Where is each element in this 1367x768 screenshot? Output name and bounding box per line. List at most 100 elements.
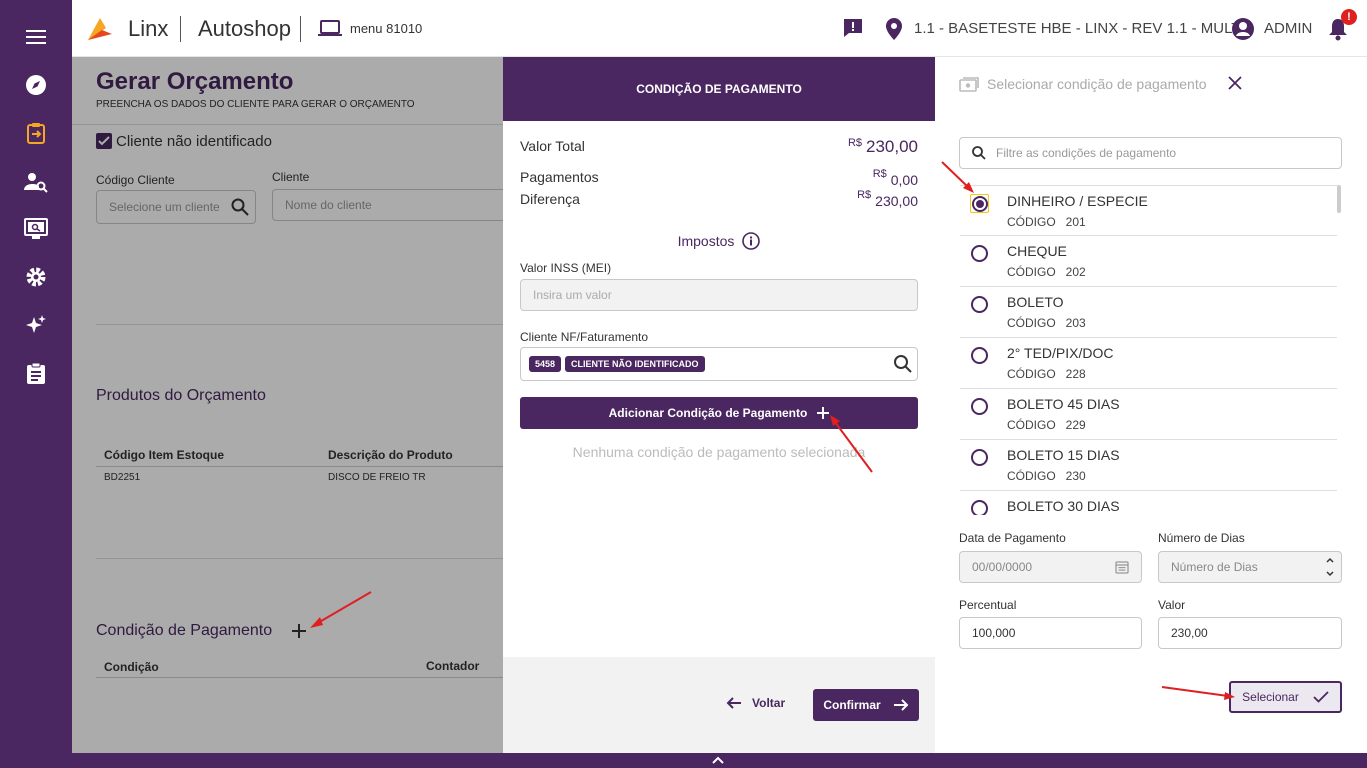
option-code: CÓDIGO 229: [1007, 418, 1086, 432]
clipboard-transfer-icon[interactable]: [24, 121, 48, 145]
option-name: 2° TED/PIX/DOC: [1007, 345, 1114, 361]
radio-icon[interactable]: [971, 245, 988, 262]
back-button[interactable]: Voltar: [726, 696, 785, 710]
select-label: Selecionar: [1242, 690, 1299, 704]
payment-date-input[interactable]: 00/00/0000: [959, 551, 1142, 583]
total-amount: R$ 230,00: [848, 137, 918, 157]
option-name: BOLETO 45 DIAS: [1007, 396, 1120, 412]
list-item[interactable]: DINHEIRO / ESPECIE CÓDIGO 201: [960, 185, 1337, 236]
code-label: CÓDIGO: [1007, 316, 1056, 330]
cash-icon: [959, 77, 979, 98]
back-label: Voltar: [752, 696, 786, 710]
code-label: CÓDIGO: [1007, 367, 1056, 381]
list-item[interactable]: BOLETO 15 DIAS CÓDIGO 230: [960, 440, 1337, 491]
option-name: DINHEIRO / ESPECIE: [1007, 193, 1148, 209]
days-input[interactable]: Número de Dias: [1158, 551, 1342, 583]
stepper-arrows-icon[interactable]: [1325, 556, 1335, 578]
days-placeholder: Número de Dias: [1171, 560, 1258, 574]
list-item[interactable]: BOLETO 30 DIAS: [960, 491, 1337, 515]
confirm-label: Confirmar: [823, 698, 881, 712]
filter-input[interactable]: Filtre as condições de pagamento: [959, 137, 1342, 169]
select-button[interactable]: Selecionar: [1229, 681, 1342, 713]
option-code: CÓDIGO 228: [1007, 367, 1086, 381]
chevron-up-icon[interactable]: [711, 756, 725, 765]
divider: [300, 16, 301, 42]
inss-label: Valor INSS (MEI): [520, 261, 612, 275]
inss-input[interactable]: Insira um valor: [520, 279, 918, 311]
code-value: 229: [1065, 418, 1086, 432]
brand-name: Linx: [128, 16, 169, 41]
percent-value: 100,000: [972, 626, 1016, 640]
info-icon[interactable]: [742, 232, 761, 250]
percent-input[interactable]: 100,000: [959, 617, 1142, 649]
days-label: Número de Dias: [1158, 531, 1245, 545]
clipboard-list-icon[interactable]: [24, 361, 48, 385]
code-value: 230: [1065, 469, 1086, 483]
location-label[interactable]: 1.1 - BASETESTE HBE - LINX - REV 1.1 - M…: [914, 20, 1240, 37]
radio-icon[interactable]: [971, 398, 988, 415]
list-item[interactable]: 2° TED/PIX/DOC CÓDIGO 228: [960, 338, 1337, 389]
radio-icon[interactable]: [971, 347, 988, 364]
calendar-icon[interactable]: [1115, 560, 1129, 574]
linx-logo-icon: [86, 16, 114, 47]
code-value: 228: [1065, 367, 1086, 381]
gear-icon[interactable]: [24, 265, 48, 289]
add-button-label: Adicionar Condição de Pagamento: [608, 406, 808, 420]
currency-symbol: R$: [872, 168, 887, 180]
close-icon[interactable]: [1228, 76, 1242, 95]
user-search-icon[interactable]: [24, 170, 48, 194]
radio-selected-icon[interactable]: [970, 194, 989, 213]
code-value: 202: [1065, 265, 1086, 279]
add-payment-condition-button[interactable]: Adicionar Condição de Pagamento: [520, 397, 918, 429]
payment-date-label: Data de Pagamento: [959, 531, 1066, 545]
taxes-label: Impostos: [677, 233, 735, 249]
empty-state-text: Nenhuma condição de pagamento selecionad…: [572, 444, 866, 460]
account-icon[interactable]: [1232, 18, 1254, 45]
inss-placeholder: Insira um valor: [533, 288, 612, 302]
chat-alert-icon[interactable]: [843, 18, 863, 43]
list-scrollbar[interactable]: [1337, 185, 1341, 213]
code-value: 203: [1065, 316, 1086, 330]
payments-value: 0,00: [890, 172, 918, 188]
monitor-search-icon[interactable]: [24, 217, 48, 241]
code-label: CÓDIGO: [1007, 215, 1056, 229]
arrow-left-icon: [726, 697, 741, 709]
value-label: Valor: [1158, 598, 1186, 612]
product-name: Autoshop: [198, 16, 291, 41]
billing-label: Cliente NF/Faturamento: [520, 330, 649, 344]
code-label: CÓDIGO: [1007, 265, 1056, 279]
location-pin-icon[interactable]: [886, 18, 902, 45]
payment-condition-modal: CONDIÇÃO DE PAGAMENTO Valor Total R$ 230…: [503, 57, 935, 753]
user-name[interactable]: ADMIN: [1264, 20, 1312, 37]
search-icon[interactable]: [893, 354, 913, 374]
difference-label: Diferença: [520, 191, 580, 207]
sparkle-icon[interactable]: [24, 313, 48, 337]
option-code: CÓDIGO 203: [1007, 316, 1086, 330]
radio-icon[interactable]: [971, 296, 988, 313]
compass-icon[interactable]: [24, 73, 48, 97]
list-item[interactable]: CHEQUE CÓDIGO 202: [960, 236, 1337, 287]
filter-placeholder: Filtre as condições de pagamento: [996, 146, 1177, 160]
list-item[interactable]: BOLETO 45 DIAS CÓDIGO 229: [960, 389, 1337, 440]
menu-code: menu 81010: [350, 21, 423, 36]
modal-footer: Voltar Confirmar: [503, 657, 935, 753]
sidebar: [0, 0, 72, 768]
list-item[interactable]: BOLETO CÓDIGO 203: [960, 287, 1337, 338]
notification-badge: !: [1341, 9, 1357, 25]
percent-label: Percentual: [959, 598, 1017, 612]
billing-client-input[interactable]: 5458 CLIENTE NÃO IDENTIFICADO: [520, 347, 918, 381]
payment-options-list[interactable]: DINHEIRO / ESPECIE CÓDIGO 201 CHEQUE CÓDI…: [935, 185, 1367, 515]
top-bar: Linx Autoshop menu 81010 1.1 - BASETESTE…: [72, 0, 1367, 57]
client-name-chip: CLIENTE NÃO IDENTIFICADO: [565, 356, 705, 372]
code-value: 201: [1065, 215, 1086, 229]
option-name: CHEQUE: [1007, 243, 1067, 259]
radio-icon[interactable]: [971, 449, 988, 466]
code-label: CÓDIGO: [1007, 418, 1056, 432]
menu-icon[interactable]: [24, 25, 48, 49]
radio-icon[interactable]: [971, 500, 988, 515]
panel-title: Selecionar condição de pagamento: [987, 76, 1207, 92]
search-icon: [972, 146, 986, 160]
total-label: Valor Total: [520, 138, 585, 154]
value-input[interactable]: 230,00: [1158, 617, 1342, 649]
confirm-button[interactable]: Confirmar: [813, 689, 919, 721]
